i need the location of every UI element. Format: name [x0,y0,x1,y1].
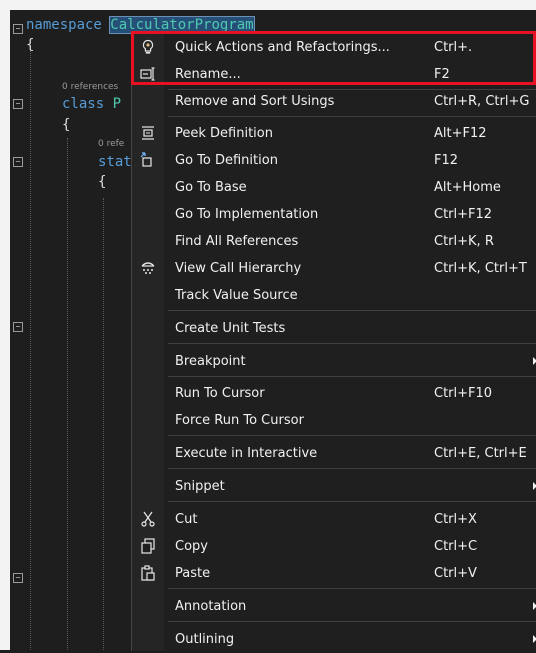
menu-item-shortcut: Ctrl+R, Ctrl+G [434,94,530,109]
menu-item-label: Execute in Interactive [175,446,318,461]
fold-region-2-icon[interactable]: − [13,573,23,583]
menu-item-label: Find All References [175,234,299,249]
go-to-definition-icon [140,152,156,168]
fold-namespace-icon[interactable]: − [13,24,23,34]
menu-separator [168,116,536,117]
menu-item-go-to-base[interactable]: Go To Base Alt+Home [132,174,536,201]
code-line-class: class P [62,95,121,113]
menu-item-shortcut: Alt+Home [434,180,501,195]
menu-separator [168,435,536,436]
code-brace: { [62,117,71,133]
menu-item-label: Remove and Sort Usings [175,94,335,109]
menu-separator [168,621,536,622]
window-left-edge [0,0,10,650]
menu-item-snippet[interactable]: Snippet [132,473,536,500]
menu-separator [168,376,536,377]
menu-item-label: Run To Cursor [175,386,265,401]
menu-item-execute-in-interactive[interactable]: Execute in Interactive Ctrl+E, Ctrl+E [132,440,536,467]
menu-item-shortcut: Ctrl+X [434,512,477,527]
menu-item-shortcut: Ctrl+K, Ctrl+T [434,261,527,276]
scissors-icon [140,511,156,527]
menu-item-label: Force Run To Cursor [175,413,304,428]
menu-item-remove-sort-usings[interactable]: Remove and Sort Usings Ctrl+R, Ctrl+G [132,88,536,115]
menu-item-label: Track Value Source [175,288,298,303]
menu-item-shortcut: Ctrl+E, Ctrl+E [434,446,527,461]
menu-item-find-all-references[interactable]: Find All References Ctrl+K, R [132,228,536,255]
menu-item-label: Peek Definition [175,126,273,141]
menu-item-label: Outlining [175,632,235,647]
menu-separator [168,310,536,311]
call-hierarchy-icon [140,260,156,276]
code-line-static: stat [98,154,132,170]
indent-guide [67,138,68,650]
menu-item-cut[interactable]: Cut Ctrl+X [132,506,536,533]
menu-separator [168,501,536,502]
menu-item-label: Breakpoint [175,354,246,369]
menu-separator [168,343,536,344]
menu-item-peek-definition[interactable]: Peek Definition Alt+F12 [132,120,536,147]
menu-item-label: Paste [175,566,211,581]
menu-item-view-call-hierarchy[interactable]: View Call Hierarchy Ctrl+K, Ctrl+T [132,255,536,282]
menu-item-outlining[interactable]: Outlining [132,626,536,653]
menu-item-shortcut: Ctrl+F12 [434,207,493,222]
menu-item-label: Go To Base [175,180,247,195]
code-brace: { [98,174,107,190]
context-menu: Quick Actions and Refactorings... Ctrl+.… [131,31,536,651]
menu-separator [168,588,536,589]
paste-icon [140,565,156,581]
class-name: P [112,96,122,112]
codelens-references[interactable]: 0 references [62,82,118,92]
menu-item-shortcut: Ctrl+V [434,566,477,581]
menu-item-shortcut: Ctrl+F10 [434,386,493,401]
menu-item-go-to-implementation[interactable]: Go To Implementation Ctrl+F12 [132,201,536,228]
menu-item-label: Cut [175,512,198,527]
menu-item-track-value-source[interactable]: Track Value Source [132,282,536,309]
indent-guide [103,198,104,650]
menu-item-label: Go To Implementation [175,207,319,222]
fold-method-icon[interactable]: − [13,157,23,167]
menu-item-shortcut: Ctrl+C [434,539,478,554]
menu-item-shortcut: F12 [434,153,459,168]
codelens-references[interactable]: 0 refe [98,139,124,149]
peek-definition-icon [140,125,156,141]
indent-guide [30,46,31,650]
menu-item-paste[interactable]: Paste Ctrl+V [132,560,536,587]
menu-item-annotation[interactable]: Annotation [132,593,536,620]
menu-item-label: Annotation [175,599,247,614]
menu-item-label: Copy [175,539,208,554]
fold-region-icon[interactable]: − [13,322,23,332]
menu-item-shortcut: Ctrl+K, R [434,234,494,249]
code-brace: { [26,37,35,53]
menu-item-force-run-to-cursor[interactable]: Force Run To Cursor [132,407,536,434]
menu-item-label: View Call Hierarchy [175,261,302,276]
menu-item-run-to-cursor[interactable]: Run To Cursor Ctrl+F10 [132,380,536,407]
copy-icon [140,538,156,554]
menu-item-go-to-definition[interactable]: Go To Definition F12 [132,147,536,174]
menu-item-label: Snippet [175,479,225,494]
menu-item-label: Create Unit Tests [175,321,286,336]
fold-class-icon[interactable]: − [13,99,23,109]
menu-item-copy[interactable]: Copy Ctrl+C [132,533,536,560]
class-keyword: class [62,96,105,112]
namespace-keyword: namespace [26,17,102,33]
window-top-edge [0,0,536,10]
menu-item-create-unit-tests[interactable]: Create Unit Tests [132,315,536,342]
menu-separator [168,468,536,469]
menu-item-label: Go To Definition [175,153,278,168]
menu-item-shortcut: Alt+F12 [434,126,487,141]
menu-item-breakpoint[interactable]: Breakpoint [132,348,536,375]
highlight-box [131,31,536,85]
